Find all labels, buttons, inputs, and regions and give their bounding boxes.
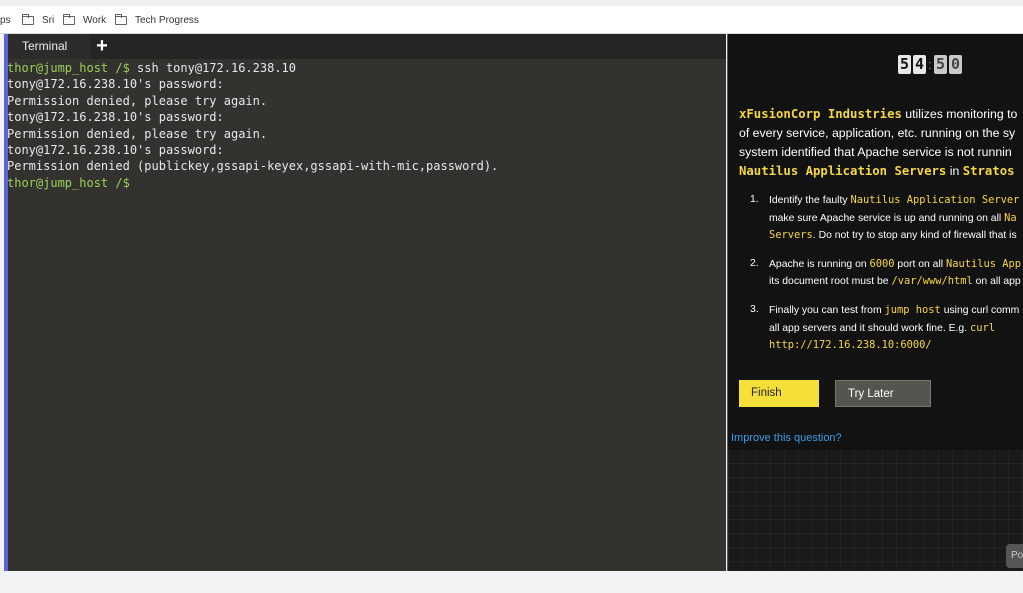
step-text: . Do not try to stop any kind of firewal… bbox=[812, 230, 1017, 242]
improve-question-link[interactable]: Improve this question? bbox=[731, 432, 842, 444]
step-text: port on all bbox=[894, 258, 946, 270]
bookmark-label: ps bbox=[0, 14, 11, 26]
desc-text: in bbox=[946, 164, 963, 178]
folder-icon bbox=[63, 13, 75, 25]
terminal-line: Permission denied (publickey,gssapi-keye… bbox=[7, 158, 719, 174]
step-code: http://172.16.238.10:6000/ bbox=[769, 339, 932, 352]
company-name: xFusionCorp Industries bbox=[739, 107, 902, 121]
timer-digit: 5 bbox=[898, 55, 911, 74]
step-code: /var/www/html bbox=[891, 275, 973, 288]
desc-text: of every service, application, etc. runn… bbox=[739, 126, 1016, 140]
desc-text: utilizes monitoring to bbox=[901, 107, 1018, 121]
countdown-timer: 5 4 : 5 0 bbox=[898, 55, 962, 74]
terminal-line: Permission denied, please try again. bbox=[7, 126, 719, 142]
bookmark-label: Tech Progress bbox=[135, 14, 199, 26]
terminal-line: tony@172.16.238.10's password: bbox=[7, 109, 719, 125]
address-bar-edge bbox=[0, 0, 1023, 6]
step-text: on all app bbox=[972, 276, 1021, 288]
bookmark-label: Sri bbox=[42, 14, 55, 26]
step-code: 6000 bbox=[869, 257, 895, 270]
servers-name: Nautilus Application Servers bbox=[739, 164, 947, 178]
step-text: Finally you can test from bbox=[769, 304, 885, 316]
step-code: Nautilus Application Server bbox=[850, 194, 1020, 206]
task-description: xFusionCorp Industries utilizes monitori… bbox=[739, 105, 1023, 181]
step-text: its document root must be bbox=[769, 276, 892, 288]
step-number: 1. bbox=[750, 194, 759, 205]
step-code: Na bbox=[1004, 211, 1017, 224]
bookmark-folder-work[interactable]: Work bbox=[63, 13, 106, 27]
folder-icon bbox=[115, 13, 127, 25]
step-code: Nautilus App bbox=[945, 257, 1022, 270]
task-step: 1. Identify the faulty Nautilus Applicat… bbox=[750, 192, 1023, 245]
bookmark-folder-sri[interactable]: Sri bbox=[22, 13, 54, 27]
timer-digit: 5 bbox=[934, 55, 947, 74]
output-text: Permission denied, please try again. bbox=[7, 93, 268, 108]
terminal-line: thor@jump_host /$ ssh tony@172.16.238.10 bbox=[7, 60, 719, 76]
folder-icon bbox=[22, 13, 34, 25]
shell-prompt: thor@jump_host /$ bbox=[7, 61, 130, 75]
desc-text: system identified that Apache service is… bbox=[739, 145, 1012, 159]
step-number: 3. bbox=[750, 303, 759, 315]
add-tab-icon[interactable]: + bbox=[92, 34, 112, 59]
terminal-line: tony@172.16.238.10's password: bbox=[7, 76, 719, 92]
shell-prompt: thor@jump_host /$ bbox=[7, 175, 130, 190]
step-code: jump host bbox=[884, 303, 941, 316]
step-code: curl bbox=[970, 321, 996, 334]
output-text: tony@172.16.238.10's password: bbox=[7, 77, 224, 92]
output-text: Permission denied, please try again. bbox=[7, 126, 268, 141]
task-panel: 5 4 : 5 0 xFusionCorp Industries utilize… bbox=[727, 34, 1023, 571]
terminal-tab-bar: Terminal + bbox=[4, 34, 726, 59]
step-text: Apache is running on bbox=[769, 258, 870, 270]
tab-terminal[interactable]: Terminal bbox=[8, 34, 90, 59]
output-text: tony@172.16.238.10's password: bbox=[7, 142, 224, 157]
terminal-line: thor@jump_host /$ bbox=[7, 175, 719, 191]
command-text: ssh tony@172.16.238.10 bbox=[129, 61, 296, 75]
step-text: Identify the faulty bbox=[769, 195, 851, 206]
terminal-line: Permission denied, please try again. bbox=[7, 93, 719, 109]
timer-digit: 0 bbox=[949, 55, 962, 74]
bookmarks-bar: ps Sri Work Tech Progress bbox=[0, 0, 1023, 34]
timer-separator: : bbox=[928, 57, 932, 72]
finish-button[interactable]: Finish bbox=[739, 380, 819, 407]
output-text: tony@172.16.238.10's password: bbox=[7, 110, 224, 125]
timer-digit: 4 bbox=[913, 55, 926, 74]
terminal-line: tony@172.16.238.10's password: bbox=[7, 142, 719, 158]
bookmark-partial[interactable]: ps bbox=[0, 13, 11, 27]
terminal-pane[interactable]: Terminal + thor@jump_host /$ ssh tony@17… bbox=[4, 34, 726, 571]
powered-by-badge[interactable]: Po bbox=[1006, 544, 1023, 568]
step-text: all app servers and it should work fine.… bbox=[769, 322, 970, 334]
terminal-output[interactable]: thor@jump_host /$ ssh tony@172.16.238.10… bbox=[7, 60, 719, 191]
bookmark-label: Work bbox=[83, 14, 107, 26]
panel-background-pattern bbox=[728, 450, 1023, 571]
output-text: Permission denied (publickey,gssapi-keye… bbox=[7, 159, 499, 174]
step-text: make sure Apache service is up and runni… bbox=[769, 212, 1005, 224]
task-step: 3. Finally you can test from jump host u… bbox=[750, 302, 1023, 355]
step-code: Servers bbox=[769, 229, 813, 242]
bottom-strip bbox=[0, 571, 1023, 593]
task-step: 2. Apache is running on 6000 port on all… bbox=[750, 256, 1023, 291]
task-steps: 1. Identify the faulty Nautilus Applicat… bbox=[750, 192, 1023, 366]
step-number: 2. bbox=[750, 257, 759, 269]
step-text: using curl comm bbox=[940, 304, 1020, 316]
try-later-button[interactable]: Try Later bbox=[835, 380, 931, 407]
datacenter-name: Stratos bbox=[962, 164, 1015, 178]
bookmark-folder-tech-progress[interactable]: Tech Progress bbox=[115, 13, 199, 27]
